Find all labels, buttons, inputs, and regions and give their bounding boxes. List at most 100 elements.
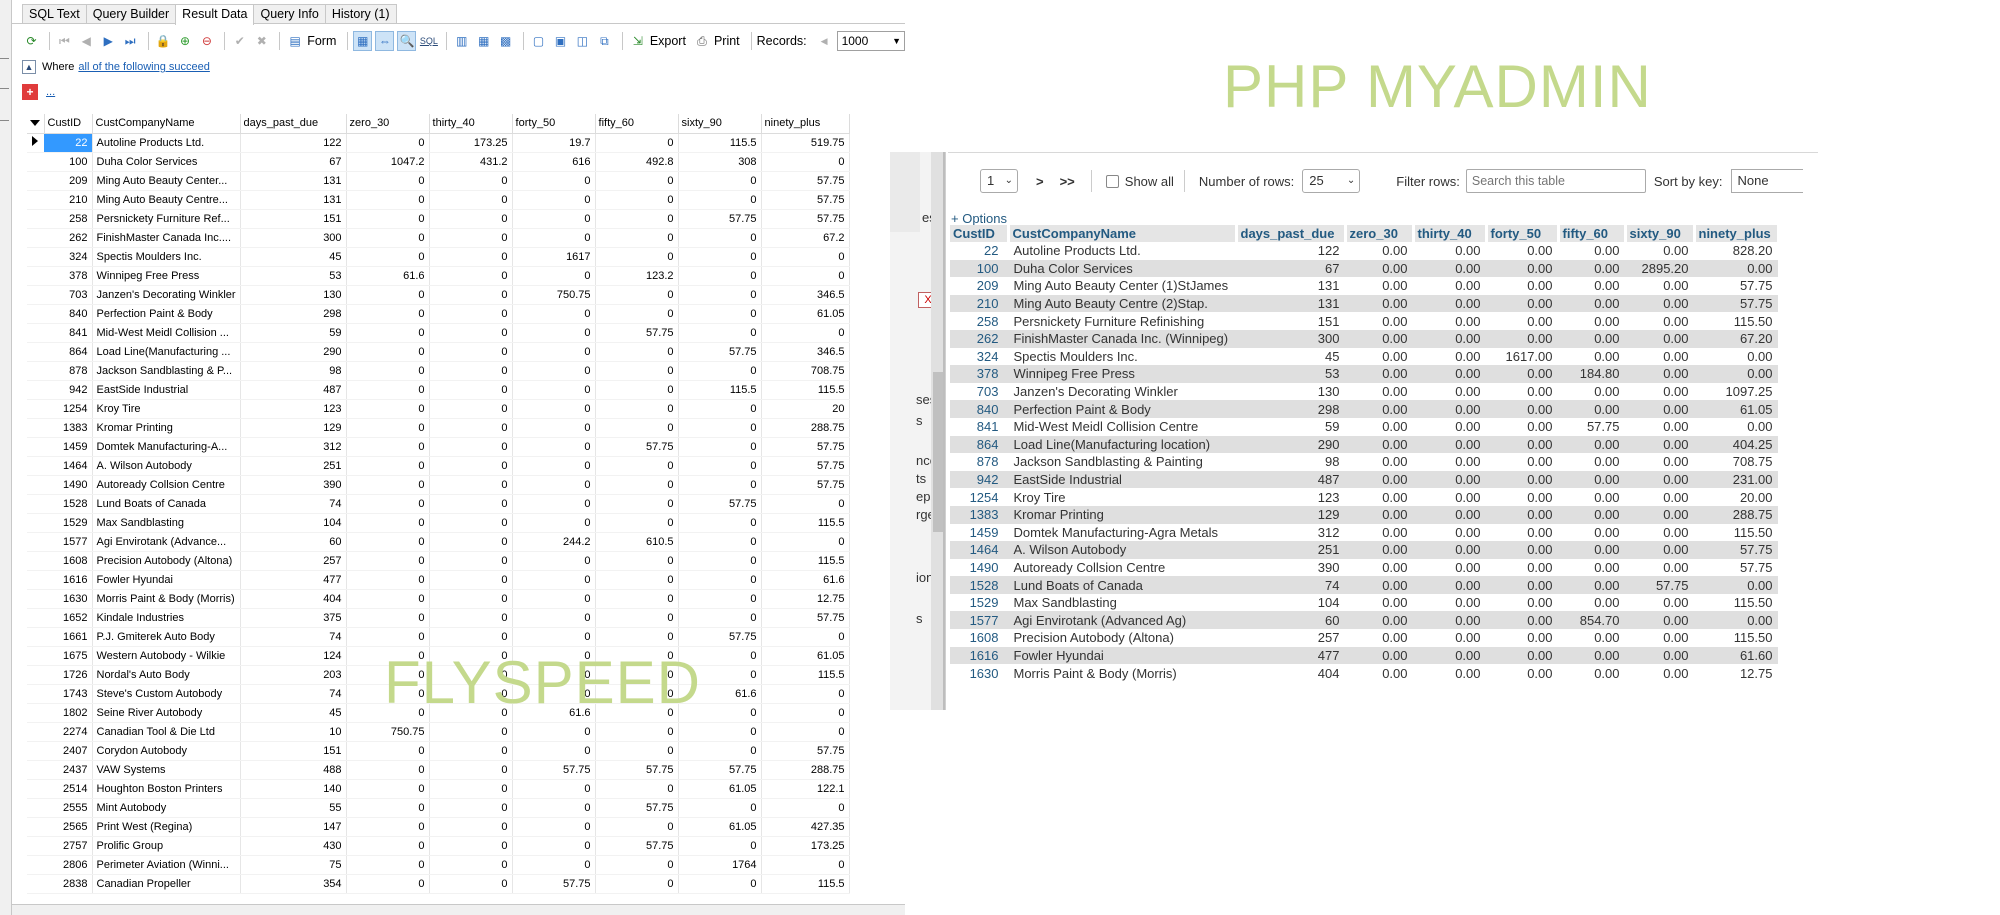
grid-cell[interactable]: 57.75 <box>761 190 850 210</box>
grid-cell[interactable]: 0 <box>761 532 850 552</box>
grid-cell[interactable]: 1528 <box>44 494 93 514</box>
grid-cell[interactable]: 0 <box>595 228 679 248</box>
grid-cell[interactable]: Winnipeg Free Press <box>92 266 241 286</box>
grid-cell[interactable]: 878 <box>44 361 93 381</box>
row-indicator[interactable] <box>27 152 44 172</box>
table-cell[interactable]: 0.00 <box>1558 312 1625 330</box>
grid-cell[interactable]: 0 <box>429 437 513 457</box>
table-cell[interactable]: 0.00 <box>1413 417 1486 436</box>
grid-cell[interactable]: 2514 <box>44 779 93 799</box>
table-cell[interactable]: 131 <box>1236 294 1345 313</box>
grid-cell[interactable]: 57.75 <box>678 209 762 229</box>
grid-cell[interactable]: 74 <box>240 684 347 704</box>
grid-cell[interactable]: 0 <box>429 760 513 780</box>
table-row[interactable]: 1528 Lund Boats of Canada 74 0 0 0 0 57.75 0 <box>27 494 850 514</box>
table-cell[interactable]: A. Wilson Autobody <box>1008 541 1236 559</box>
table-cell[interactable]: 0.00 <box>1558 664 1625 682</box>
table-cell[interactable]: 0.00 <box>1625 435 1694 454</box>
table-row[interactable]: 841 Mid-West Meidl Collision Centre 59 0.00… <box>950 417 1778 436</box>
grid-cell[interactable]: 0 <box>512 627 596 647</box>
table-row[interactable]: 209 Ming Auto Beauty Center... 131 0 0 0 0 0 57.… <box>27 171 850 191</box>
table-cell[interactable]: 0.00 <box>1413 593 1486 612</box>
next-record-icon[interactable]: ▶ <box>99 31 118 51</box>
grid-cell[interactable]: 0 <box>512 475 596 495</box>
grid-cell[interactable]: 0 <box>678 608 762 628</box>
table-cell[interactable]: Autoready Collsion Centre <box>1008 558 1236 577</box>
grid-cell[interactable]: 19.7 <box>512 133 596 153</box>
grid-cell[interactable]: 0 <box>678 266 762 286</box>
add-condition-link[interactable]: ... <box>46 86 55 98</box>
table-cell[interactable]: 0.00 <box>1413 488 1486 506</box>
table-cell[interactable]: 0.00 <box>1558 470 1625 489</box>
grid-cell[interactable]: 0 <box>346 703 430 723</box>
table-cell[interactable]: 12.75 <box>1694 664 1778 682</box>
grid-cell[interactable]: 0 <box>512 551 596 571</box>
grid-cell[interactable]: Domtek Manufacturing-A... <box>92 437 241 457</box>
table-row[interactable]: 2555 Mint Autobody 55 0 0 0 57.75 0 0 <box>27 798 850 818</box>
grid-cell[interactable]: 0 <box>595 475 679 495</box>
grid-cell[interactable]: 0 <box>678 399 762 419</box>
grid-cell[interactable]: 312 <box>240 437 347 457</box>
table-row[interactable]: 1630 Morris Paint & Body (Morris) 404 0 0 0 0 0… <box>27 589 850 609</box>
table-row[interactable]: 1616 Fowler Hyundai 477 0.00 0.00 0.00 0.00 0.0… <box>950 646 1778 665</box>
table-cell[interactable]: 300 <box>1236 329 1345 348</box>
column-header[interactable]: CustID <box>44 114 93 134</box>
row-indicator[interactable] <box>27 855 44 875</box>
grid-cell[interactable]: Kroy Tire <box>92 399 241 419</box>
table-row[interactable]: 1577 Agi Envirotank (Advance... 60 0 0 244.2 6… <box>27 532 850 552</box>
grid-cell[interactable]: 2565 <box>44 817 93 837</box>
grid-cell[interactable]: 0 <box>429 665 513 685</box>
table-cell[interactable]: Kroy Tire <box>1008 488 1236 506</box>
table-cell[interactable]: 0.00 <box>1413 435 1486 454</box>
grid-cell[interactable]: 492.8 <box>595 152 679 172</box>
grid-cell[interactable]: 115.5 <box>678 380 762 400</box>
table-cell[interactable]: 184.80 <box>1558 365 1625 383</box>
table-cell[interactable]: 0.00 <box>1625 541 1694 559</box>
grid-cell[interactable]: 115.5 <box>761 513 850 533</box>
grid-cell[interactable]: 0 <box>429 304 513 324</box>
grid-cell[interactable]: Mint Autobody <box>92 798 241 818</box>
table-cell[interactable]: 0.00 <box>1413 329 1486 348</box>
grid-cell[interactable]: 140 <box>240 779 347 799</box>
grid-cell[interactable]: 0 <box>429 361 513 381</box>
row-indicator[interactable] <box>27 589 44 609</box>
table-row[interactable]: 258 Persnickety Furniture Refinishing 151 0… <box>950 312 1778 330</box>
grid-cell[interactable]: 0 <box>678 361 762 381</box>
row-indicator[interactable] <box>27 399 44 419</box>
grid-cell[interactable]: 0 <box>512 304 596 324</box>
row-indicator[interactable] <box>27 133 44 153</box>
column-header[interactable]: forty_50 <box>512 114 596 134</box>
table-cell[interactable]: 0.00 <box>1558 400 1625 418</box>
grid-cell[interactable]: 0 <box>429 475 513 495</box>
table-cell[interactable]: 59 <box>1236 417 1345 436</box>
grid-cell[interactable]: 1726 <box>44 665 93 685</box>
grid-cell[interactable]: 0 <box>346 361 430 381</box>
table-cell[interactable]: 0.00 <box>1345 259 1413 278</box>
column-header[interactable]: sixty_90 <box>1625 225 1696 242</box>
table-cell[interactable]: 0.00 <box>1345 646 1413 665</box>
grid-cell[interactable]: 147 <box>240 817 347 837</box>
table-cell[interactable]: 0.00 <box>1345 417 1413 436</box>
grid-cell[interactable]: EastSide Industrial <box>92 380 241 400</box>
column-header[interactable]: forty_50 <box>1486 225 1560 242</box>
records-left-icon[interactable]: ◀ <box>815 31 834 51</box>
table-cell[interactable]: 0.00 <box>1625 629 1694 647</box>
table-cell[interactable]: 0.00 <box>1486 558 1558 577</box>
records-limit-select[interactable]: 1000 ▼ <box>836 31 905 51</box>
grid-cell[interactable]: 708.75 <box>761 361 850 381</box>
table-cell[interactable]: 131 <box>1236 277 1345 295</box>
grid-cell[interactable]: 0 <box>761 703 850 723</box>
grid-cell[interactable]: 57.75 <box>595 798 679 818</box>
table-cell[interactable]: 0.00 <box>1345 593 1413 612</box>
row-indicator[interactable] <box>27 342 44 362</box>
grid-cell[interactable]: 0 <box>512 741 596 761</box>
grid-cell[interactable]: 10 <box>240 722 347 742</box>
grid-cell[interactable]: 0 <box>595 190 679 210</box>
table-cell[interactable]: 0.00 <box>1486 505 1558 524</box>
grid-cell[interactable]: 0 <box>512 494 596 514</box>
table-cell[interactable]: 74 <box>1236 576 1345 594</box>
grid-cell[interactable]: 0 <box>761 855 850 875</box>
grid-cell[interactable]: VAW Systems <box>92 760 241 780</box>
table-cell[interactable]: 0.00 <box>1486 365 1558 383</box>
table-row[interactable]: 2806 Perimeter Aviation (Winni... 75 0 0 0 0 17… <box>27 855 850 875</box>
